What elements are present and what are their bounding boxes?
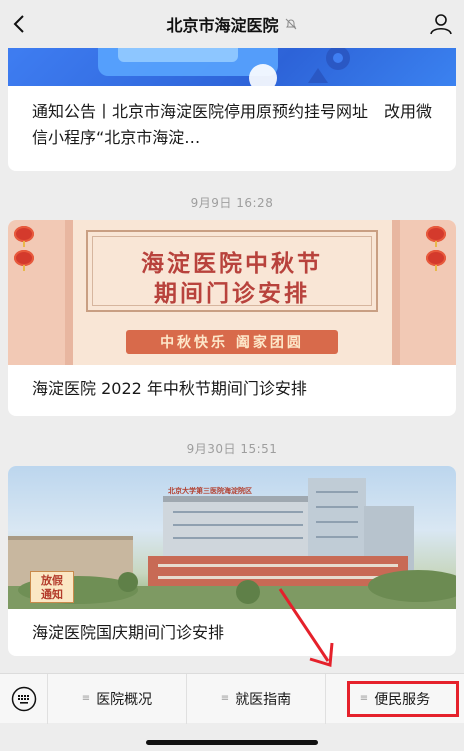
banner-ribbon: 中秋快乐 阖家团圆 [126, 330, 338, 354]
menu-lines-icon: ≡ [81, 693, 91, 704]
keyboard-toggle-button[interactable] [0, 673, 48, 724]
article-title[interactable]: 海淀医院 2022 年中秋节期间门诊安排 [8, 376, 331, 402]
keyboard-icon [11, 686, 36, 711]
banner-headline: 海淀医院中秋节 [141, 250, 323, 277]
timestamp: 9月30日 15:51 [186, 442, 278, 456]
article-card[interactable]: 通知公告丨北京市海淀医院停用原预约挂号网址 改用微信小程序“北京市海淀… [8, 48, 456, 171]
person-icon[interactable] [428, 12, 454, 36]
building-sign: 北京大学第三医院海淀院区 [168, 487, 252, 495]
timestamp: 9月9日 16:28 [190, 196, 274, 210]
menu-item-medical-guide[interactable]: ≡ 就医指南 [186, 673, 325, 724]
menu-item-label: 医院概况 [96, 691, 153, 708]
article-card[interactable]: 海淀医院中秋节 期间门诊安排 中秋快乐 阖家团圆 海淀医院 2022 年中秋节期… [8, 220, 456, 416]
lantern-icon [14, 250, 34, 271]
menu-lines-icon: ≡ [220, 693, 230, 704]
article-cover-image: 北京大学第三医院海淀院区 放假 通知 [8, 466, 456, 609]
article-cover-image [8, 48, 456, 86]
annotation-arrow-icon [278, 588, 334, 667]
lantern-icon [426, 226, 446, 247]
article-card[interactable]: 北京大学第三医院海淀院区 放假 通知 海淀医院国庆期间门诊安排 [8, 466, 456, 656]
banner-headline: 期间门诊安排 [154, 280, 310, 307]
article-title[interactable]: 海淀医院国庆期间门诊安排 [8, 620, 248, 646]
phone-illustration [98, 48, 350, 86]
menu-item-hospital-overview[interactable]: ≡ 医院概况 [48, 674, 186, 724]
holiday-notice-tag: 放假 通知 [30, 571, 74, 603]
account-name: 北京市海淀医院 [166, 16, 279, 35]
back-chevron-icon[interactable] [8, 12, 32, 36]
tag-line: 通知 [41, 588, 63, 601]
article-cover-image: 海淀医院中秋节 期间门诊安排 中秋快乐 阖家团圆 [8, 220, 456, 365]
tag-line: 放假 [41, 574, 63, 587]
annotation-highlight-box [347, 681, 459, 717]
chat-header: 北京市海淀医院 [0, 0, 464, 48]
lantern-icon [14, 226, 34, 247]
article-title[interactable]: 通知公告丨北京市海淀医院停用原预约挂号网址 改用微信小程序“北京市海淀… [8, 99, 456, 151]
menu-item-label: 就医指南 [235, 691, 292, 708]
bell-off-icon [285, 18, 296, 30]
lantern-icon [426, 250, 446, 271]
message-feed: 通知公告丨北京市海淀医院停用原预约挂号网址 改用微信小程序“北京市海淀… 9月9… [0, 48, 464, 673]
page-title: 北京市海淀医院 [166, 12, 297, 36]
home-indicator[interactable] [146, 740, 318, 745]
